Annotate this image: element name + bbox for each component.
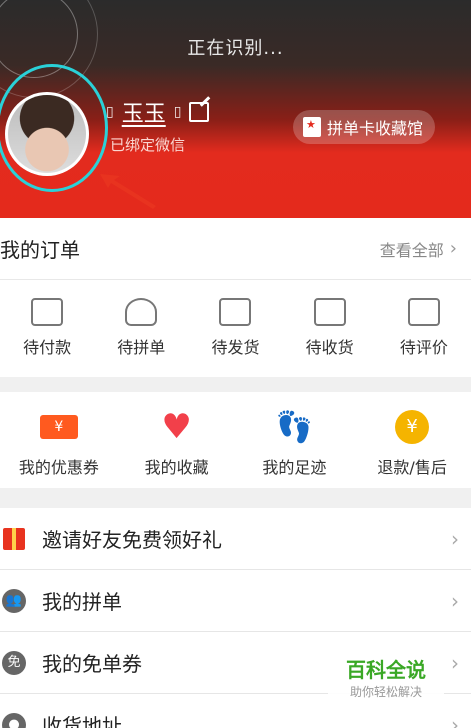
card-collection-button[interactable]: 拼单卡收藏馆 [293, 110, 436, 144]
order-pending-receipt[interactable]: 待收货 [283, 298, 377, 358]
orders-title: 我的订单 [0, 238, 80, 262]
chevron-right-icon: › [451, 588, 459, 613]
refund-icon: ¥ [395, 410, 430, 444]
wallet-icon [31, 298, 64, 326]
chevron-right-icon: › [451, 526, 459, 551]
watermark-logo: 百科全说 助你轻松解决 [328, 652, 444, 702]
location-icon: ● [2, 712, 26, 728]
profile-header: 正在识别... ▯ 玉玉 ▯ 已绑定微信 拼单卡收藏馆 [0, 0, 471, 218]
refund-after-sales[interactable]: ¥ 退款/售后 [357, 408, 467, 478]
watermark-subtitle: 助你轻松解决 [349, 685, 422, 699]
heart-icon: ♥ [161, 407, 192, 447]
order-pending-payment[interactable]: 待付款 [0, 298, 94, 358]
menu-item-my-group-orders[interactable]: 👥 我的拼单 › [0, 570, 471, 632]
chevron-right-icon: › [449, 238, 457, 259]
wechat-status: 已绑定微信 [110, 136, 186, 154]
chevron-right-icon: › [451, 712, 459, 728]
my-favorites[interactable]: ♥ 我的收藏 [122, 408, 232, 478]
recognizing-status: 正在识别... [187, 38, 284, 59]
watermark-title: 百科全说 [346, 658, 426, 682]
username: 玉玉 [121, 102, 166, 127]
gift-icon [3, 527, 25, 550]
order-pending-shipment[interactable]: 待发货 [188, 298, 282, 358]
orders-header: 我的订单 查看全部 › [0, 218, 471, 280]
view-all-orders-link[interactable]: 查看全部 › [380, 237, 471, 261]
edit-name-icon[interactable] [189, 102, 210, 122]
footprint-icon: 👣 [275, 409, 314, 445]
free-coupon-icon: 免 [2, 650, 26, 675]
truck-icon [313, 298, 346, 326]
my-coupons[interactable]: ¥ 我的优惠券 [4, 408, 114, 478]
group-icon: 👥 [2, 588, 26, 613]
group-icon [125, 298, 158, 326]
chevron-right-icon: › [451, 650, 459, 675]
pointer-arrow-icon [100, 174, 156, 209]
coupon-icon: ¥ [39, 415, 78, 439]
edit-icon [407, 298, 440, 326]
card-icon [303, 117, 321, 137]
username-row[interactable]: ▯ 玉玉 ▯ [106, 96, 210, 128]
box-icon [219, 298, 252, 326]
menu-item-invite-friends[interactable]: 邀请好友免费领好礼 › [0, 508, 471, 570]
my-footprints[interactable]: 👣 我的足迹 [239, 408, 349, 478]
card-collection-label: 拼单卡收藏馆 [327, 119, 424, 138]
order-pending-group[interactable]: 待拼单 [94, 298, 188, 358]
features-section: ¥ 我的优惠券 ♥ 我的收藏 👣 我的足迹 ¥ 退款/售后 [0, 392, 471, 488]
order-pending-review[interactable]: 待评价 [377, 298, 471, 358]
avatar-highlight-ring [0, 64, 108, 192]
orders-section: 我的订单 查看全部 › 待付款 待拼单 待发货 待收货 待评价 [0, 218, 471, 377]
